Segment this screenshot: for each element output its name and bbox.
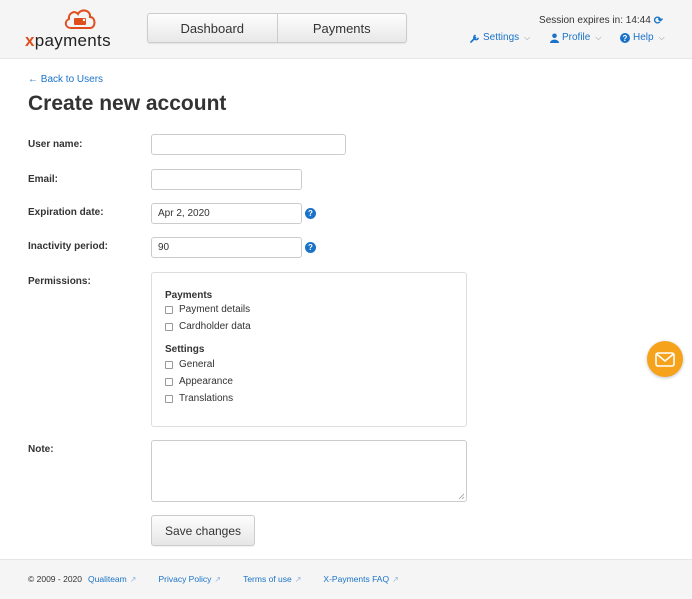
- expiration-date-input[interactable]: [151, 203, 302, 224]
- checkbox[interactable]: [165, 394, 173, 403]
- refresh-icon[interactable]: ⟳: [654, 14, 663, 27]
- footer-link-faq[interactable]: X-Payments FAQ ↗: [323, 574, 398, 584]
- resize-grip-icon[interactable]: [458, 493, 465, 500]
- help-menu[interactable]: ? Help ⌵: [620, 32, 665, 43]
- chevron-down-icon: ⌵: [595, 32, 602, 42]
- settings-menu[interactable]: Settings ⌵: [470, 32, 530, 43]
- permission-appearance[interactable]: Appearance: [165, 376, 233, 387]
- permission-translations[interactable]: Translations: [165, 393, 233, 404]
- checkbox[interactable]: [165, 322, 173, 331]
- permission-label: General: [179, 359, 215, 370]
- page-title: Create new account: [28, 92, 227, 115]
- checkbox[interactable]: [165, 360, 173, 369]
- wrench-icon: [470, 34, 479, 43]
- permission-cardholder-data[interactable]: Cardholder data: [165, 321, 251, 332]
- user-icon: [550, 33, 559, 43]
- note-label: Note:: [28, 444, 54, 455]
- main-nav: Dashboard Payments: [147, 13, 407, 43]
- username-input[interactable]: [151, 134, 346, 155]
- svg-text:?: ?: [623, 34, 628, 43]
- footer: © 2009 - 2020 Qualiteam ↗ Privacy Policy ↗…: [0, 559, 692, 599]
- expiration-date-label: Expiration date:: [28, 207, 104, 218]
- envelope-icon: [655, 351, 675, 367]
- permission-general[interactable]: General: [165, 359, 215, 370]
- expiration-help-icon[interactable]: ?: [305, 208, 316, 219]
- checkbox[interactable]: [165, 377, 173, 386]
- email-input[interactable]: [151, 169, 302, 190]
- permission-payment-details[interactable]: Payment details: [165, 304, 250, 315]
- permissions-group-payments: Payments: [165, 290, 213, 301]
- username-label: User name:: [28, 139, 83, 150]
- footer-links: © 2009 - 2020 Qualiteam ↗ Privacy Policy ↗…: [28, 574, 399, 584]
- settings-menu-label: Settings: [483, 32, 520, 43]
- profile-menu[interactable]: Profile ⌵: [550, 32, 601, 43]
- footer-link-privacy-policy[interactable]: Privacy Policy ↗: [158, 574, 221, 584]
- email-label: Email:: [28, 174, 59, 185]
- permission-label: Translations: [179, 393, 234, 404]
- footer-link-terms-of-use[interactable]: Terms of use ↗: [243, 574, 301, 584]
- copyright: © 2009 - 2020: [28, 574, 82, 584]
- external-link-icon: ↗: [129, 574, 137, 584]
- external-link-icon: ↗: [214, 574, 222, 584]
- save-changes-button[interactable]: Save changes: [151, 515, 255, 546]
- chevron-down-icon: ⌵: [658, 32, 665, 42]
- session-timer: Session expires in: 14:44 ⟳: [539, 14, 663, 27]
- inactivity-period-label: Inactivity period:: [28, 241, 109, 252]
- footer-link-qualiteam[interactable]: Qualiteam ↗: [88, 574, 136, 584]
- permissions-box: Payments Payment details Cardholder data…: [151, 272, 467, 427]
- profile-menu-label: Profile: [562, 32, 591, 43]
- inactivity-period-input[interactable]: [151, 237, 302, 258]
- contact-mail-button[interactable]: [647, 341, 683, 377]
- permission-label: Appearance: [179, 376, 233, 387]
- permissions-label: Permissions:: [28, 276, 91, 287]
- permission-label: Cardholder data: [179, 321, 251, 332]
- inactivity-help-icon[interactable]: ?: [305, 242, 316, 253]
- chevron-down-icon: ⌵: [524, 32, 531, 42]
- help-menu-label: Help: [633, 32, 654, 43]
- header: xpayments Dashboard Payments Session exp…: [0, 0, 692, 59]
- question-circle-icon: ?: [620, 32, 630, 43]
- logo-wordmark: xpayments: [25, 31, 111, 50]
- permissions-group-settings: Settings: [165, 344, 205, 355]
- external-link-icon: ↗: [294, 574, 302, 584]
- external-link-icon: ↗: [392, 574, 399, 584]
- logo[interactable]: xpayments: [25, 7, 125, 51]
- permission-label: Payment details: [179, 304, 251, 315]
- cloud-card-icon: [64, 9, 96, 29]
- note-textarea[interactable]: [151, 440, 467, 502]
- back-to-users-link[interactable]: ← Back to Users: [28, 74, 103, 85]
- tab-dashboard[interactable]: Dashboard: [148, 14, 277, 42]
- tab-payments[interactable]: Payments: [276, 14, 407, 42]
- checkbox[interactable]: [165, 305, 173, 314]
- session-text: Session expires in: 14:44: [539, 15, 651, 26]
